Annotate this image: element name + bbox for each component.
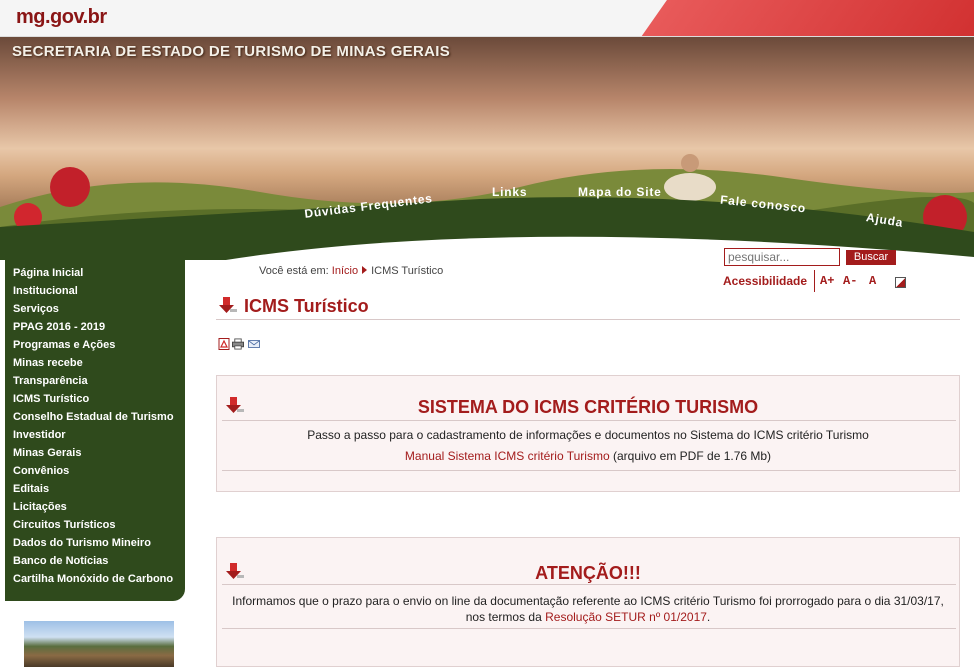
sidebar-item: Conselho Estadual de Turismo: [5, 407, 185, 425]
sidebar-link-cartilha-monoxido[interactable]: Cartilha Monóxido de Carbono: [13, 573, 173, 585]
breadcrumb-home-link[interactable]: Início: [332, 265, 358, 277]
sidebar-link-dados-turismo[interactable]: Dados do Turismo Mineiro: [13, 537, 151, 549]
print-icon[interactable]: [232, 338, 244, 350]
accessibility-label: Acessibilidade: [723, 274, 808, 288]
page-title: ICMS Turístico: [244, 296, 369, 316]
sidebar-item: Banco de Notícias: [5, 551, 185, 569]
sidebar-item: ICMS Turístico: [5, 389, 185, 407]
box-divider: [222, 584, 956, 585]
sidebar-item: Investidor: [5, 425, 185, 443]
box-divider: [222, 470, 956, 471]
sidebar-item: Página Inicial: [5, 263, 185, 281]
font-decrease-button[interactable]: A-: [843, 274, 857, 288]
sidebar-menu: Página Inicial Institucional Serviços PP…: [5, 258, 185, 601]
box-notice: Informamos que o prazo para o envio on l…: [217, 593, 959, 625]
breadcrumb-prefix: Você está em:: [259, 265, 329, 277]
sidebar-link-minas-gerais[interactable]: Minas Gerais: [13, 447, 81, 459]
sidebar-item: Institucional: [5, 281, 185, 299]
sidebar-item: Editais: [5, 479, 185, 497]
pdf-icon[interactable]: [218, 338, 230, 350]
sidebar-link-circuitos-turisticos[interactable]: Circuitos Turísticos: [13, 519, 115, 531]
top-bar: mg.gov.br: [0, 0, 974, 37]
title-arrow-icon: [219, 297, 237, 313]
resolucao-link[interactable]: Resolução SETUR nº 01/2017: [545, 610, 707, 624]
top-bar-stripe: [641, 0, 974, 36]
nav-link-links[interactable]: Links: [492, 185, 527, 199]
sidebar-link-ppag[interactable]: PPAG 2016 - 2019: [13, 321, 105, 333]
sidebar-item: Transparência: [5, 371, 185, 389]
sidebar-link-servicos[interactable]: Serviços: [13, 303, 59, 315]
notice-end: .: [706, 610, 711, 624]
icms-system-box: SISTEMA DO ICMS CRITÉRIO TURISMO Passo a…: [216, 375, 960, 492]
box-divider: [222, 420, 956, 421]
header-banner: SECRETARIA DE ESTADO DE TURISMO DE MINAS…: [0, 37, 974, 260]
sidebar-link-banco-noticias[interactable]: Banco de Notícias: [13, 555, 108, 567]
mg-gov-logo[interactable]: mg.gov.br: [16, 6, 107, 29]
box-title: SISTEMA DO ICMS CRITÉRIO TURISMO: [417, 397, 759, 417]
font-reset-button[interactable]: A: [869, 274, 876, 288]
search-input[interactable]: [724, 248, 840, 266]
sidebar-link-transparencia[interactable]: Transparência: [13, 375, 88, 387]
breadcrumb: Você está em: Início ICMS Turístico: [259, 265, 443, 277]
breadcrumb-current: ICMS Turístico: [371, 265, 444, 277]
sidebar-link-editais[interactable]: Editais: [13, 483, 49, 495]
sidebar-item: Circuitos Turísticos: [5, 515, 185, 533]
sidebar-link-conselho-estadual[interactable]: Conselho Estadual de Turismo: [13, 411, 174, 423]
sidebar-link-investidor[interactable]: Investidor: [13, 429, 66, 441]
font-increase-button[interactable]: A+: [820, 274, 834, 288]
sidebar-link-icms-turistico[interactable]: ICMS Turístico: [13, 393, 89, 405]
attention-box: ATENÇÃO!!! Informamos que o prazo para o…: [216, 537, 960, 667]
box-description: Passo a passo para o cadastramento de in…: [307, 428, 869, 442]
sidebar-item: Minas Gerais: [5, 443, 185, 461]
sidebar-item: Programas e Ações: [5, 335, 185, 353]
sidebar-link-programas-acoes[interactable]: Programas e Ações: [13, 339, 115, 351]
sidebar-link-institucional[interactable]: Institucional: [13, 285, 78, 297]
box-title: ATENÇÃO!!!: [535, 563, 641, 583]
breadcrumb-arrow-icon: [362, 266, 368, 274]
accessibility-divider: [814, 270, 815, 292]
manual-pdf-link[interactable]: Manual Sistema ICMS critério Turismo: [405, 449, 610, 463]
sidebar-link-convenios[interactable]: Convênios: [13, 465, 69, 477]
nav-link-mapa-do-site[interactable]: Mapa do Site: [578, 185, 662, 199]
sidebar-item: Minas recebe: [5, 353, 185, 371]
sidebar-item: Licitações: [5, 497, 185, 515]
sidebar-item: Dados do Turismo Mineiro: [5, 533, 185, 551]
sidebar-link-minas-recebe[interactable]: Minas recebe: [13, 357, 83, 369]
sidebar-banner-photo[interactable]: [24, 621, 174, 667]
search-button[interactable]: Buscar: [846, 250, 896, 265]
email-icon[interactable]: [248, 338, 260, 350]
sidebar-item: Convênios: [5, 461, 185, 479]
sidebar-link-licitacoes[interactable]: Licitações: [13, 501, 67, 513]
title-divider: [216, 319, 960, 320]
sidebar-link-pagina-inicial[interactable]: Página Inicial: [13, 267, 83, 279]
sidebar-item: Serviços: [5, 299, 185, 317]
sidebar-item: PPAG 2016 - 2019: [5, 317, 185, 335]
sidebar-item: Cartilha Monóxido de Carbono: [5, 569, 185, 587]
file-size-note: (arquivo em PDF de 1.76 Mb): [609, 449, 772, 463]
box-divider: [222, 628, 956, 629]
site-title: SECRETARIA DE ESTADO DE TURISMO DE MINAS…: [12, 43, 451, 60]
high-contrast-icon[interactable]: [895, 277, 906, 288]
box-download-line: Manual Sistema ICMS critério Turismo (ar…: [217, 448, 959, 464]
